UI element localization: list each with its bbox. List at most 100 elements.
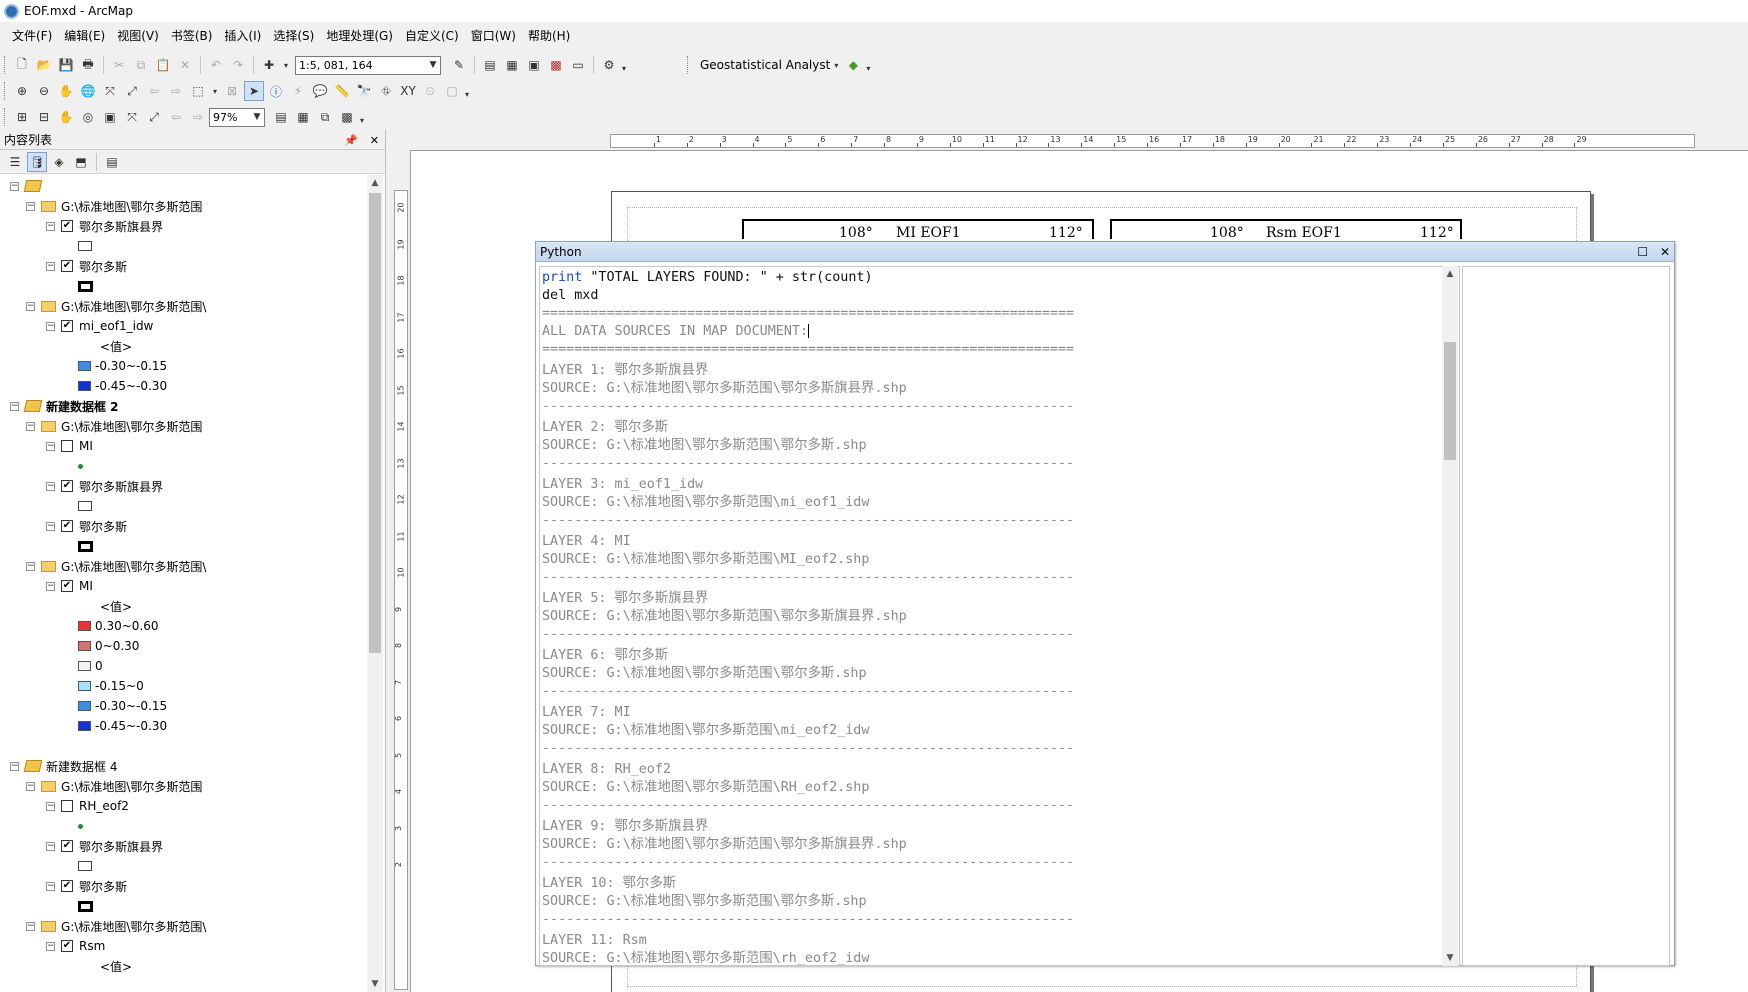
catalog-window-icon[interactable]: ▦ bbox=[502, 55, 522, 75]
python-window-icon[interactable]: ▭ bbox=[568, 55, 588, 75]
toc-row-folder[interactable]: − G:\标准地图\鄂尔多斯范围\ bbox=[26, 917, 206, 935]
undo-icon[interactable]: ↶ bbox=[206, 55, 226, 75]
zoom-control-combo[interactable]: 97% ▼ bbox=[209, 107, 265, 127]
legend-swatch[interactable] bbox=[78, 361, 91, 371]
map-frame-mi[interactable]: 108° MI EOF1 112° bbox=[742, 219, 1094, 241]
auto-hide-pin-icon[interactable]: 📌 bbox=[344, 134, 358, 147]
create-viewer-window-icon[interactable]: ▢ bbox=[442, 81, 462, 101]
forward-extent-icon[interactable]: ⇨ bbox=[166, 81, 186, 101]
menu-item[interactable]: 插入(I) bbox=[218, 26, 267, 46]
toc-row-layer[interactable]: − ✔ 鄂尔多斯旗县界 bbox=[46, 837, 163, 855]
go-to-xy-icon[interactable]: XY bbox=[398, 81, 418, 101]
collapse-icon[interactable]: − bbox=[46, 581, 55, 591]
collapse-icon[interactable]: − bbox=[26, 781, 35, 791]
scroll-up-icon[interactable]: ▲ bbox=[1442, 266, 1458, 282]
collapse-icon[interactable]: − bbox=[26, 201, 35, 211]
horizontal-ruler[interactable]: 1 2 3 4 5 6 7 8 9 10 11 12 13 14 15 16 17 18 19 20 21 22 23 24 2… bbox=[610, 134, 1695, 148]
toc-row-sym-rect[interactable] bbox=[78, 857, 92, 875]
collapse-icon[interactable]: − bbox=[26, 301, 35, 311]
collapse-icon[interactable]: − bbox=[26, 561, 35, 571]
map-scale-combo[interactable]: 1:5, 081, 164 ▼ bbox=[295, 55, 441, 75]
fixed-zoom-in-icon[interactable]: ⤧ bbox=[100, 81, 120, 101]
polygon-symbol-icon[interactable] bbox=[78, 280, 93, 292]
layout-zoom-out-icon[interactable]: ⊟ bbox=[34, 107, 54, 127]
select-dropdown-icon[interactable]: ▾ bbox=[210, 81, 220, 101]
fixed-zoom-in-layout-icon[interactable]: ⤧ bbox=[122, 107, 142, 127]
model-builder-icon[interactable]: ⚙ bbox=[599, 55, 619, 75]
collapse-icon[interactable]: − bbox=[10, 401, 19, 411]
collapse-icon[interactable]: − bbox=[10, 181, 19, 191]
toc-row-folder[interactable]: − G:\标准地图\鄂尔多斯范围 bbox=[26, 777, 202, 795]
select-features-icon[interactable]: ⬚ bbox=[188, 81, 208, 101]
time-slider-icon[interactable]: ⏲ bbox=[420, 81, 440, 101]
cut-icon[interactable]: ✂ bbox=[109, 55, 129, 75]
layer-visibility-checkbox[interactable]: ✔ bbox=[61, 840, 73, 852]
toggle-draft-mode-icon[interactable]: ▤ bbox=[271, 107, 291, 127]
toc-row-layer[interactable]: − ✔ 鄂尔多斯 bbox=[46, 877, 127, 895]
geostatistical-analyst-menu[interactable]: Geostatistical Analyst bbox=[700, 58, 830, 72]
layer-visibility-checkbox[interactable]: ✔ bbox=[61, 520, 73, 532]
toc-row-sym-rect[interactable] bbox=[78, 237, 92, 255]
toc-row-frame[interactable]: − 新建数据框 2 bbox=[10, 397, 119, 415]
menu-item[interactable]: 地理处理(G) bbox=[320, 26, 399, 46]
collapse-icon[interactable]: − bbox=[46, 801, 55, 811]
menu-item[interactable]: 文件(F) bbox=[6, 26, 58, 46]
toc-row-class[interactable]: -0.30~-0.15 bbox=[78, 697, 167, 715]
toc-row-sym-rect-bold[interactable] bbox=[78, 277, 93, 295]
toc-scrollbar[interactable]: ▲ ▼ bbox=[367, 175, 383, 992]
add-data-icon[interactable]: ✚ bbox=[259, 55, 279, 75]
go-forward-extent-icon[interactable]: ⇨ bbox=[188, 107, 208, 127]
legend-swatch[interactable] bbox=[78, 641, 91, 651]
scroll-thumb[interactable] bbox=[369, 193, 381, 653]
toc-row-frame[interactable]: − 新建数据框 4 bbox=[10, 757, 117, 775]
scroll-down-icon[interactable]: ▼ bbox=[367, 976, 383, 992]
collapse-icon[interactable]: − bbox=[10, 761, 19, 771]
polygon-symbol-icon[interactable] bbox=[78, 900, 93, 912]
menu-item[interactable]: 书签(B) bbox=[165, 26, 219, 46]
toolbar-overflow-icon[interactable]: ▾ bbox=[866, 58, 875, 73]
toc-options-icon[interactable]: ▤ bbox=[102, 152, 122, 172]
select-elements-icon[interactable]: ➤ bbox=[244, 81, 264, 101]
collapse-icon[interactable]: − bbox=[46, 261, 55, 271]
list-by-drawing-order-icon[interactable]: ☰ bbox=[5, 152, 25, 172]
change-layout-icon[interactable]: ⧉ bbox=[315, 107, 335, 127]
copy-icon[interactable]: ⧉ bbox=[131, 55, 151, 75]
measure-icon[interactable]: 📏 bbox=[332, 81, 352, 101]
focus-data-frame-icon[interactable]: ▦ bbox=[293, 107, 313, 127]
toc-row-folder[interactable]: − G:\标准地图\鄂尔多斯范围\ bbox=[26, 557, 206, 575]
toolbar-overflow-icon[interactable]: ▾ bbox=[465, 84, 474, 99]
collapse-icon[interactable]: − bbox=[46, 521, 55, 531]
legend-swatch[interactable] bbox=[78, 721, 91, 731]
toc-row-class[interactable]: 0~0.30 bbox=[78, 637, 139, 655]
layer-visibility-checkbox[interactable] bbox=[61, 800, 73, 812]
collapse-icon[interactable]: − bbox=[46, 481, 55, 491]
toc-row-layer[interactable]: − ✔ 鄂尔多斯 bbox=[46, 257, 127, 275]
scroll-thumb[interactable] bbox=[1444, 342, 1456, 460]
toc-row-sym-rect-bold[interactable] bbox=[78, 897, 93, 915]
arctoolbox-icon[interactable]: ▩ bbox=[546, 55, 566, 75]
find-route-icon[interactable]: ⛗ bbox=[376, 81, 396, 101]
redo-icon[interactable]: ↷ bbox=[228, 55, 248, 75]
hyperlink-icon[interactable]: ⚡ bbox=[288, 81, 308, 101]
scroll-down-icon[interactable]: ▼ bbox=[1442, 950, 1458, 966]
collapse-icon[interactable]: − bbox=[46, 221, 55, 231]
toc-row-class[interactable]: -0.30~-0.15 bbox=[78, 357, 167, 375]
full-extent-icon[interactable]: 🌐 bbox=[78, 81, 98, 101]
print-icon[interactable]: 🖶 bbox=[78, 55, 98, 75]
collapse-icon[interactable]: − bbox=[46, 881, 55, 891]
scroll-up-icon[interactable]: ▲ bbox=[367, 175, 383, 191]
open-folder-icon[interactable]: 📂 bbox=[34, 55, 54, 75]
toc-row-folder[interactable]: − G:\标准地图\鄂尔多斯范围\ bbox=[26, 297, 206, 315]
layer-visibility-checkbox[interactable]: ✔ bbox=[61, 580, 73, 592]
legend-swatch[interactable] bbox=[78, 381, 91, 391]
toc-row-layer[interactable]: − ✔ 鄂尔多斯旗县界 bbox=[46, 477, 163, 495]
toc-row-folder[interactable]: − G:\标准地图\鄂尔多斯范围 bbox=[26, 197, 202, 215]
vertical-ruler[interactable]: 20 19 18 17 16 15 14 13 12 11 10 9 8 7 6 5 4 3 2 bbox=[394, 190, 408, 990]
maximize-icon[interactable]: ☐ bbox=[1637, 245, 1648, 259]
point-symbol-icon[interactable] bbox=[78, 463, 83, 469]
toc-row-class[interactable]: -0.45~-0.30 bbox=[78, 717, 167, 735]
fixed-zoom-out-layout-icon[interactable]: ⤢ bbox=[144, 107, 164, 127]
identify-icon[interactable]: ⓘ bbox=[266, 81, 286, 101]
menu-item[interactable]: 编辑(E) bbox=[58, 26, 111, 46]
layer-visibility-checkbox[interactable]: ✔ bbox=[61, 320, 73, 332]
